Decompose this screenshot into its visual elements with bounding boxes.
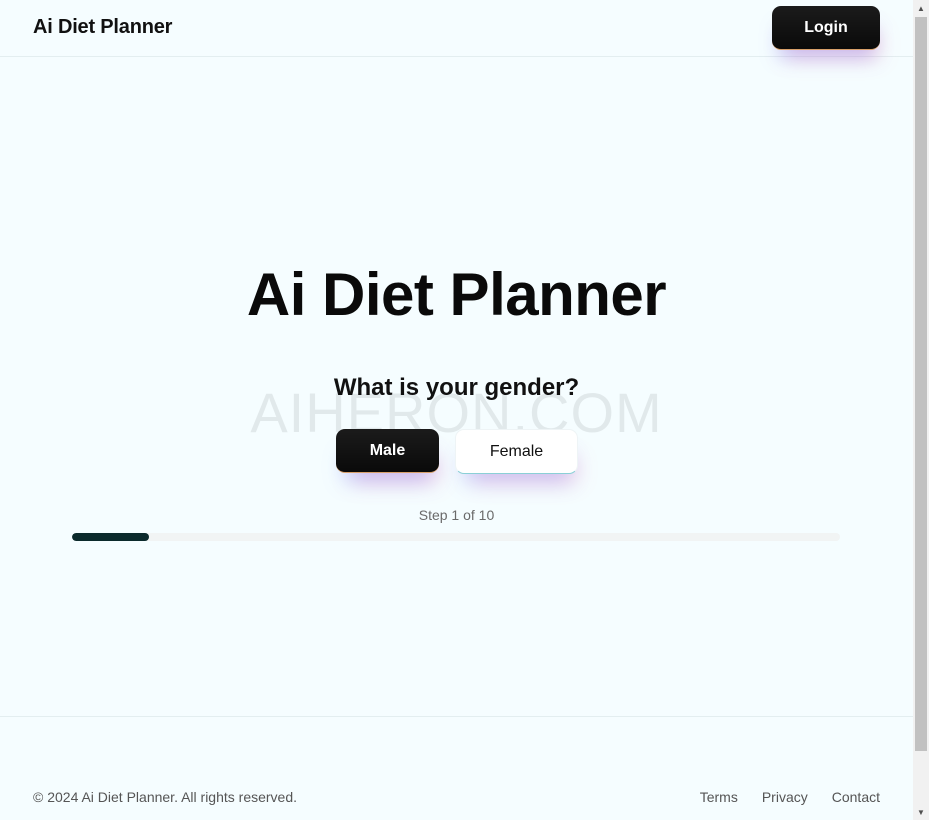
- footer-link-contact[interactable]: Contact: [832, 789, 880, 805]
- page-title: Ai Diet Planner: [246, 261, 667, 328]
- progress-bar: [72, 533, 840, 541]
- step-indicator: Step 1 of 10: [418, 507, 495, 523]
- footer-links: Terms Privacy Contact: [700, 789, 880, 805]
- gender-option-male[interactable]: Male: [336, 429, 439, 473]
- login-button[interactable]: Login: [772, 6, 880, 50]
- progress-fill: [72, 533, 149, 541]
- footer-link-terms[interactable]: Terms: [700, 789, 738, 805]
- copyright-text: © 2024 Ai Diet Planner. All rights reser…: [33, 789, 298, 805]
- scroll-up-icon[interactable]: ▲: [913, 0, 929, 16]
- brand-logo[interactable]: Ai Diet Planner: [33, 16, 172, 39]
- vertical-scrollbar[interactable]: ▲ ▼: [913, 0, 929, 820]
- gender-option-female[interactable]: Female: [455, 429, 578, 474]
- scroll-down-icon[interactable]: ▼: [913, 804, 929, 820]
- scroll-thumb[interactable]: [915, 17, 927, 751]
- question-text: What is your gender?: [333, 374, 580, 401]
- footer: © 2024 Ai Diet Planner. All rights reser…: [0, 716, 913, 820]
- page: Ai Diet Planner Login Ai Diet Planner Wh…: [0, 0, 913, 820]
- footer-link-privacy[interactable]: Privacy: [762, 789, 808, 805]
- navbar: Ai Diet Planner Login: [0, 0, 913, 57]
